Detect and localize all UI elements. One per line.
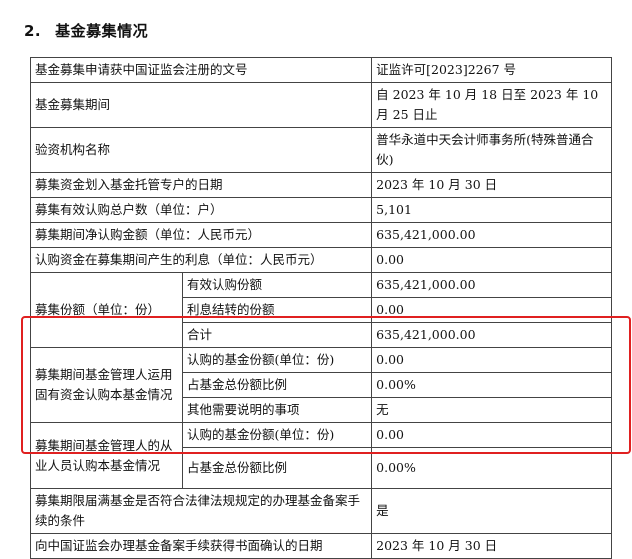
row-value: 635,421,000.00 (371, 222, 612, 248)
sub-label: 其他需要说明的事项 (181, 397, 373, 423)
row-value: 普华永道中天会计师事务所(特殊普通合伙) (371, 127, 612, 173)
section-heading: 2. 基金募集情况 (24, 20, 148, 41)
row-value: 0.00 (371, 247, 612, 273)
table-row: 基金募集期间 自 2023 年 10 月 18 日至 2023 年 10 月 2… (29, 82, 612, 128)
row-label: 基金募集期间 (29, 82, 373, 128)
row-value: 0.00% (371, 447, 612, 489)
table-row: 向中国证监会办理基金备案手续获得书面确认的日期 2023 年 10 月 30 日 (29, 533, 612, 559)
row-label: 验资机构名称 (29, 127, 373, 173)
row-label: 基金募集申请获中国证监会注册的文号 (29, 57, 373, 83)
sub-label: 利息结转的份额 (181, 297, 373, 323)
sub-label: 认购的基金份额(单位：份) (181, 422, 373, 448)
row-value: 0.00% (371, 372, 612, 398)
row-value: 无 (371, 397, 612, 423)
table-row: 募集期间净认购金额（单位：人民币元） 635,421,000.00 (29, 222, 612, 248)
row-label: 募集期间净认购金额（单位：人民币元） (29, 222, 373, 248)
sub-label: 认购的基金份额(单位：份) (181, 347, 373, 373)
fund-raising-table: 基金募集申请获中国证监会注册的文号 证监许可[2023]2267 号 基金募集期… (29, 57, 612, 559)
row-value: 证监许可[2023]2267 号 (371, 57, 612, 83)
sub-label: 占基金总份额比例 (181, 447, 373, 489)
table-row: 募集资金划入基金托管专户的日期 2023 年 10 月 30 日 (29, 172, 612, 198)
row-value: 5,101 (371, 197, 612, 223)
table-row: 募集有效认购总户数（单位：户） 5,101 (29, 197, 612, 223)
table-row: 募集期间基金管理人运用固有资金认购本基金情况 认购的基金份额(单位：份) 0.0… (30, 347, 612, 423)
row-value: 0.00 (371, 347, 612, 373)
row-value: 是 (371, 488, 612, 534)
row-value: 635,421,000.00 (371, 272, 612, 298)
sub-label: 占基金总份额比例 (181, 372, 373, 398)
table-row: 募集期间基金管理人的从业人员认购本基金情况 认购的基金份额(单位：份) 0.00 (30, 422, 612, 489)
table-row: 募集份额（单位：份） 有效认购份额 635,421,000.00 (30, 272, 612, 348)
table-row: 募集期限届满基金是否符合法律法规规定的办理基金备案手续的条件 是 (29, 488, 612, 534)
section-number: 2. (24, 22, 42, 40)
group-label: 募集期间基金管理人的从业人员认购本基金情况 (30, 422, 183, 489)
row-label: 募集资金划入基金托管专户的日期 (29, 172, 373, 198)
section-title: 基金募集情况 (55, 22, 149, 40)
table-row: 基金募集申请获中国证监会注册的文号 证监许可[2023]2267 号 (29, 57, 612, 83)
table-row: 验资机构名称 普华永道中天会计师事务所(特殊普通合伙) (29, 127, 612, 173)
group-label: 募集期间基金管理人运用固有资金认购本基金情况 (30, 347, 183, 423)
row-value: 635,421,000.00 (371, 322, 612, 348)
sub-label: 合计 (181, 322, 373, 348)
row-label: 募集有效认购总户数（单位：户） (29, 197, 373, 223)
row-value: 0.00 (371, 422, 612, 448)
sub-label: 有效认购份额 (181, 272, 373, 298)
row-value: 0.00 (371, 297, 612, 323)
row-value: 2023 年 10 月 30 日 (371, 533, 612, 559)
row-label: 募集期限届满基金是否符合法律法规规定的办理基金备案手续的条件 (29, 488, 373, 534)
table-row: 认购资金在募集期间产生的利息（单位：人民币元） 0.00 (29, 247, 612, 273)
row-label: 认购资金在募集期间产生的利息（单位：人民币元） (29, 247, 373, 273)
row-value: 2023 年 10 月 30 日 (371, 172, 612, 198)
row-value: 自 2023 年 10 月 18 日至 2023 年 10 月 25 日止 (371, 82, 612, 128)
group-label: 募集份额（单位：份） (30, 272, 183, 348)
row-label: 向中国证监会办理基金备案手续获得书面确认的日期 (29, 533, 373, 559)
